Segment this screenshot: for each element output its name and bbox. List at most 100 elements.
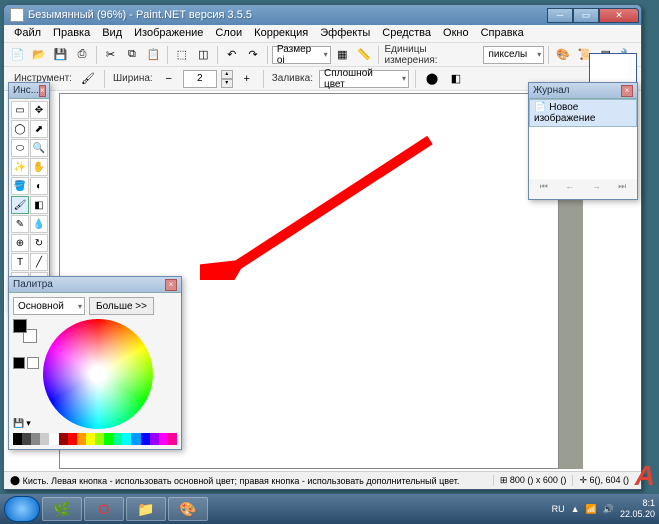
maximize-button[interactable]: ▭	[573, 8, 599, 23]
palette-more-button[interactable]: Больше >>	[89, 297, 154, 315]
tool-picker[interactable]: 💧	[30, 215, 48, 233]
tool-recolor[interactable]: ↻	[30, 234, 48, 252]
tool-zoom[interactable]: 🔍	[30, 139, 48, 157]
width-input[interactable]: 2	[183, 70, 217, 88]
tray-clock[interactable]: 8:122.05.20	[620, 498, 655, 520]
palette-color[interactable]	[113, 433, 122, 445]
menu-tools[interactable]: Средства	[376, 25, 437, 42]
tool-gradient[interactable]: ◐	[30, 177, 48, 195]
tool-line[interactable]: ╱	[30, 253, 48, 271]
color-mode-dropdown[interactable]: Основной	[13, 297, 85, 315]
tray-network-icon[interactable]: 📶	[586, 504, 597, 515]
tool-pan[interactable]: ✋	[30, 158, 48, 176]
cut-button[interactable]: ✂	[101, 45, 120, 65]
menu-effects[interactable]: Эффекты	[314, 25, 376, 42]
tool-clone[interactable]: ⊕	[11, 234, 29, 252]
color-swatch-main[interactable]	[13, 319, 35, 337]
close-button[interactable]: ✕	[599, 8, 639, 23]
instrument-picker[interactable]: 🖌	[78, 69, 98, 89]
palette-color[interactable]	[31, 433, 40, 445]
palette-color[interactable]	[122, 433, 131, 445]
palette-panel[interactable]: Палитра× Основной Больше >> 💾▾	[8, 276, 182, 450]
tool-wand[interactable]: ✨	[11, 158, 29, 176]
taskbar-app-3[interactable]: 📁	[126, 497, 166, 521]
tool-move-sel[interactable]: ⬈	[30, 120, 48, 138]
tool-move[interactable]: ✥	[30, 101, 48, 119]
palette-color[interactable]	[13, 433, 22, 445]
swap-colors-icon[interactable]	[13, 357, 25, 369]
undo-button[interactable]: ↶	[222, 45, 241, 65]
palette-color[interactable]	[141, 433, 150, 445]
default-colors-icon[interactable]	[27, 357, 39, 369]
width-minus[interactable]: −	[159, 69, 179, 89]
menu-image[interactable]: Изображение	[128, 25, 209, 42]
history-item[interactable]: 📄 Новое изображение	[529, 99, 637, 127]
taskbar-app-1[interactable]: 🌿	[42, 497, 82, 521]
crop-button[interactable]: ⬚	[172, 45, 191, 65]
palette-color[interactable]	[150, 433, 159, 445]
tray-sound-icon[interactable]: 🔊	[603, 504, 614, 515]
width-down[interactable]: ▾	[221, 79, 233, 88]
palette-strip[interactable]	[13, 433, 177, 445]
tool-text[interactable]: T	[11, 253, 29, 271]
palette-menu-icon[interactable]: ▾	[26, 418, 31, 429]
tool-pencil[interactable]: ✎	[11, 215, 29, 233]
history-first-icon[interactable]: ⏮	[540, 181, 548, 192]
palette-toggle[interactable]: 🎨	[553, 45, 572, 65]
menu-window[interactable]: Окно	[437, 25, 475, 42]
units-dropdown[interactable]: пикселы	[483, 46, 544, 64]
palette-close-button[interactable]: ×	[165, 279, 177, 291]
history-close-button[interactable]: ×	[621, 85, 633, 97]
width-up[interactable]: ▴	[221, 70, 233, 79]
taskbar-app-paintnet[interactable]: 🎨	[168, 497, 208, 521]
print-button[interactable]: ⎙	[72, 45, 91, 65]
palette-save-icon[interactable]: 💾	[13, 418, 24, 429]
palette-color[interactable]	[22, 433, 31, 445]
palette-color[interactable]	[49, 433, 58, 445]
palette-color[interactable]	[159, 433, 168, 445]
menu-view[interactable]: Вид	[96, 25, 128, 42]
tool-rect-select[interactable]: ▭	[11, 101, 29, 119]
tool-lasso[interactable]: ◯	[11, 120, 29, 138]
tools-close-button[interactable]: ×	[39, 85, 46, 97]
open-button[interactable]: 📂	[29, 45, 48, 65]
palette-color[interactable]	[95, 433, 104, 445]
palette-color[interactable]	[104, 433, 113, 445]
tool-ellipse-select[interactable]: ⬭	[11, 139, 29, 157]
blend-button[interactable]: ◧	[446, 69, 466, 89]
grid-button[interactable]: ▦	[333, 45, 352, 65]
menu-file[interactable]: Файл	[8, 25, 47, 42]
palette-color[interactable]	[86, 433, 95, 445]
tool-fill[interactable]: 🪣	[11, 177, 29, 195]
deselect-button[interactable]: ◫	[194, 45, 213, 65]
ruler-button[interactable]: 📏	[354, 45, 373, 65]
tray-lang[interactable]: RU	[552, 504, 565, 514]
tray-flag-icon[interactable]: ▲	[571, 504, 580, 514]
taskbar-app-2[interactable]: O	[84, 497, 124, 521]
new-button[interactable]: 📄	[8, 45, 27, 65]
menu-help[interactable]: Справка	[475, 25, 530, 42]
save-button[interactable]: 💾	[51, 45, 70, 65]
history-panel[interactable]: Журнал× 📄 Новое изображение ⏮ ← → ⏭	[528, 82, 638, 200]
history-next-icon[interactable]: →	[592, 181, 601, 192]
palette-color[interactable]	[168, 433, 177, 445]
resize-dropdown[interactable]: Размер оі	[272, 46, 331, 64]
palette-color[interactable]	[77, 433, 86, 445]
history-last-icon[interactable]: ⏭	[618, 181, 626, 192]
redo-button[interactable]: ↷	[243, 45, 262, 65]
palette-color[interactable]	[131, 433, 140, 445]
paste-button[interactable]: 📋	[144, 45, 163, 65]
antialias-button[interactable]: ⬤	[422, 69, 442, 89]
tool-eraser[interactable]: ◧	[30, 196, 48, 214]
system-tray[interactable]: RU ▲ 📶 🔊 8:122.05.20	[552, 498, 655, 520]
palette-color[interactable]	[59, 433, 68, 445]
copy-button[interactable]: ⧉	[122, 45, 141, 65]
menu-layers[interactable]: Слои	[209, 25, 248, 42]
palette-color[interactable]	[40, 433, 49, 445]
titlebar[interactable]: Безымянный (96%) - Paint.NET версия 3.5.…	[4, 5, 641, 25]
palette-color[interactable]	[68, 433, 77, 445]
menu-edit[interactable]: Правка	[47, 25, 96, 42]
menu-adjust[interactable]: Коррекция	[248, 25, 314, 42]
fill-dropdown[interactable]: Сплошной цвет	[319, 70, 409, 88]
color-wheel[interactable]	[43, 319, 153, 429]
